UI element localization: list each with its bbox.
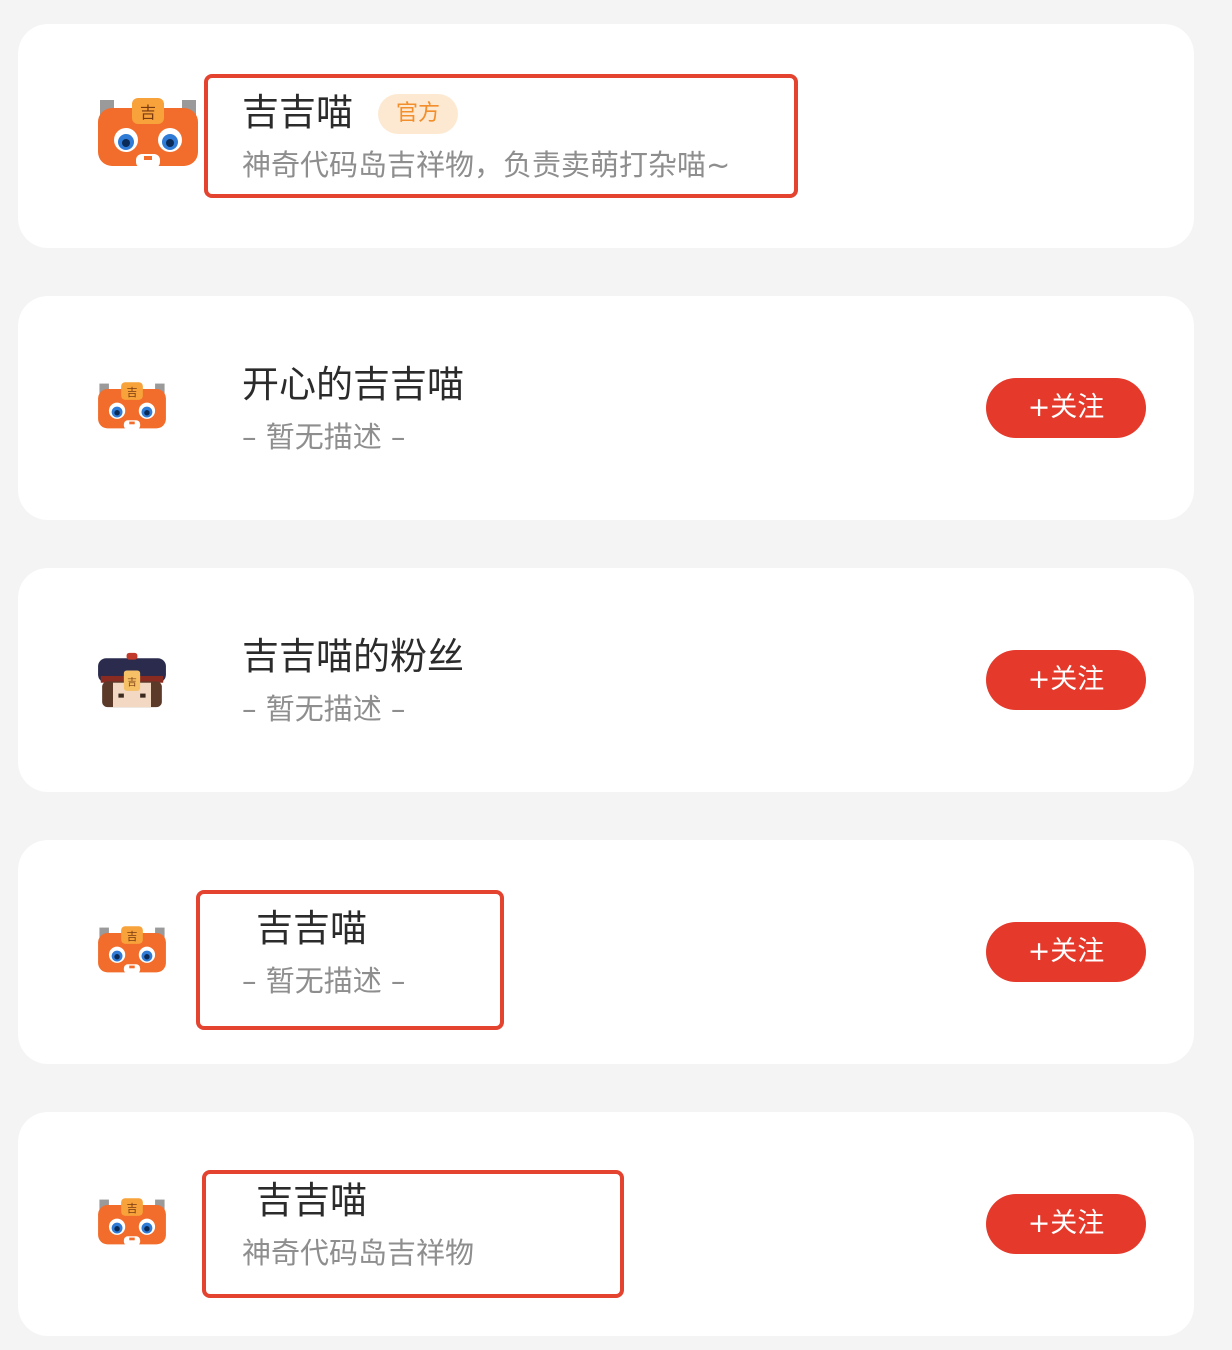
hat-girl-avatar-icon[interactable]: 吉 [94, 642, 170, 718]
user-name[interactable]: 吉吉喵 [242, 90, 353, 136]
follow-button[interactable]: +关注 [986, 1194, 1146, 1254]
user-description: 神奇代码岛吉祥物 [242, 1236, 475, 1270]
follow-button[interactable]: +关注 [986, 378, 1146, 438]
svg-text:吉: 吉 [127, 677, 137, 688]
svg-text:吉: 吉 [127, 1202, 138, 1215]
orange-cat-avatar-icon[interactable]: 吉 [94, 914, 170, 990]
official-badge: 官方 [378, 94, 458, 134]
user-name[interactable]: 开心的吉吉喵 [242, 362, 464, 408]
user-card[interactable]: 吉 吉吉喵 – 暂无描述 – +关注 [18, 840, 1194, 1064]
user-card[interactable]: 吉 开心的吉吉喵 – 暂无描述 – +关注 [18, 296, 1194, 520]
user-list: 吉 吉吉喵 官方 神奇代码岛吉祥物，负责卖萌打杂喵~ 吉 开心的吉吉喵 – 暂无… [0, 0, 1232, 1350]
user-name[interactable]: 吉吉喵的粉丝 [242, 634, 464, 680]
user-description: – 暂无描述 – [242, 420, 406, 454]
user-description: 神奇代码岛吉祥物，负责卖萌打杂喵~ [242, 148, 731, 182]
user-card[interactable]: 吉 吉吉喵 神奇代码岛吉祥物 +关注 [18, 1112, 1194, 1336]
user-card[interactable]: 吉 吉吉喵 官方 神奇代码岛吉祥物，负责卖萌打杂喵~ [18, 24, 1194, 248]
user-card[interactable]: 吉 吉吉喵的粉丝 – 暂无描述 – +关注 [18, 568, 1194, 792]
orange-cat-avatar-icon[interactable]: 吉 [94, 1186, 170, 1262]
orange-cat-avatar-icon[interactable]: 吉 [94, 370, 170, 446]
svg-text:吉: 吉 [140, 103, 156, 122]
svg-text:吉: 吉 [127, 386, 138, 399]
user-name[interactable]: 吉吉喵 [256, 1178, 367, 1224]
user-description: – 暂无描述 – [242, 964, 406, 998]
follow-button[interactable]: +关注 [986, 922, 1146, 982]
orange-cat-avatar-icon[interactable]: 吉 [92, 94, 204, 178]
user-description: – 暂无描述 – [242, 692, 406, 726]
follow-button[interactable]: +关注 [986, 650, 1146, 710]
svg-text:吉: 吉 [127, 930, 138, 943]
user-name[interactable]: 吉吉喵 [256, 906, 367, 952]
